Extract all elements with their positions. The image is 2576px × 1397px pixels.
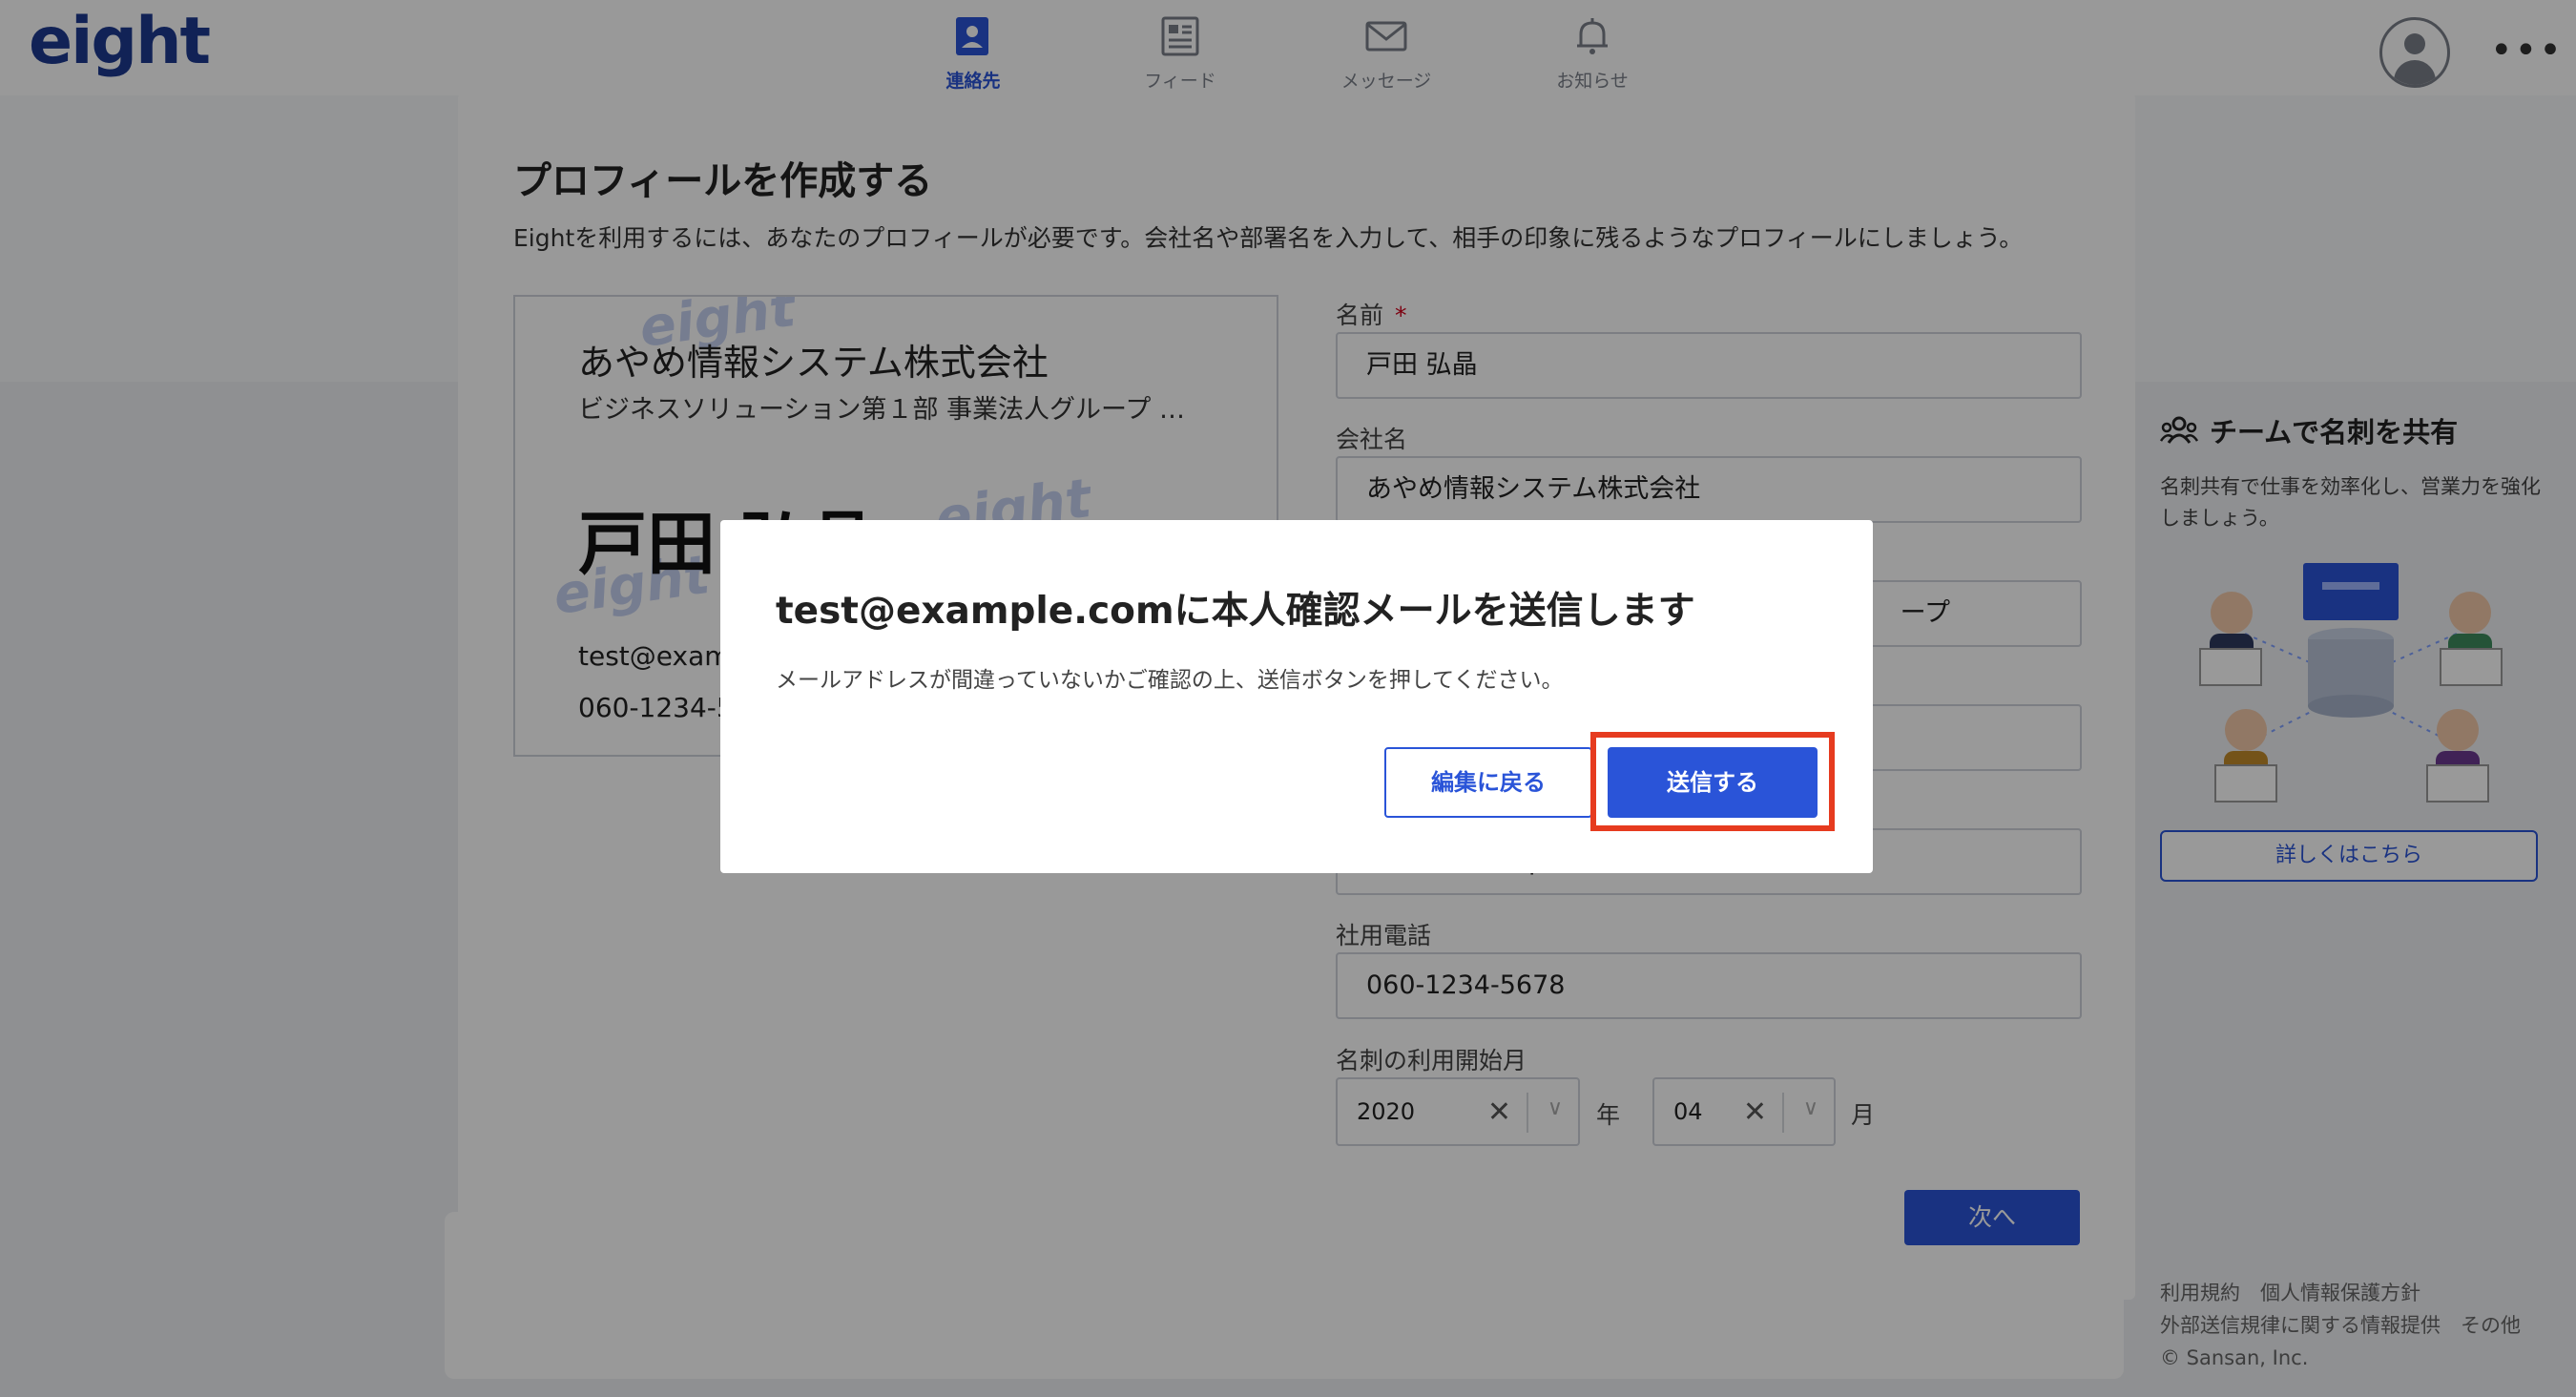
confirm-dialog-description: メールアドレスが間違っていないかご確認の上、送信ボタンを押してください。 xyxy=(776,668,1564,693)
confirm-dialog-title: test@example.comに本人確認メールを送信します xyxy=(776,590,1695,633)
back-to-edit-button[interactable]: 編集に戻る xyxy=(1384,747,1592,818)
email-confirm-dialog: test@example.comに本人確認メールを送信します メールアドレスが間… xyxy=(720,520,1873,873)
send-button[interactable]: 送信する xyxy=(1608,747,1818,818)
